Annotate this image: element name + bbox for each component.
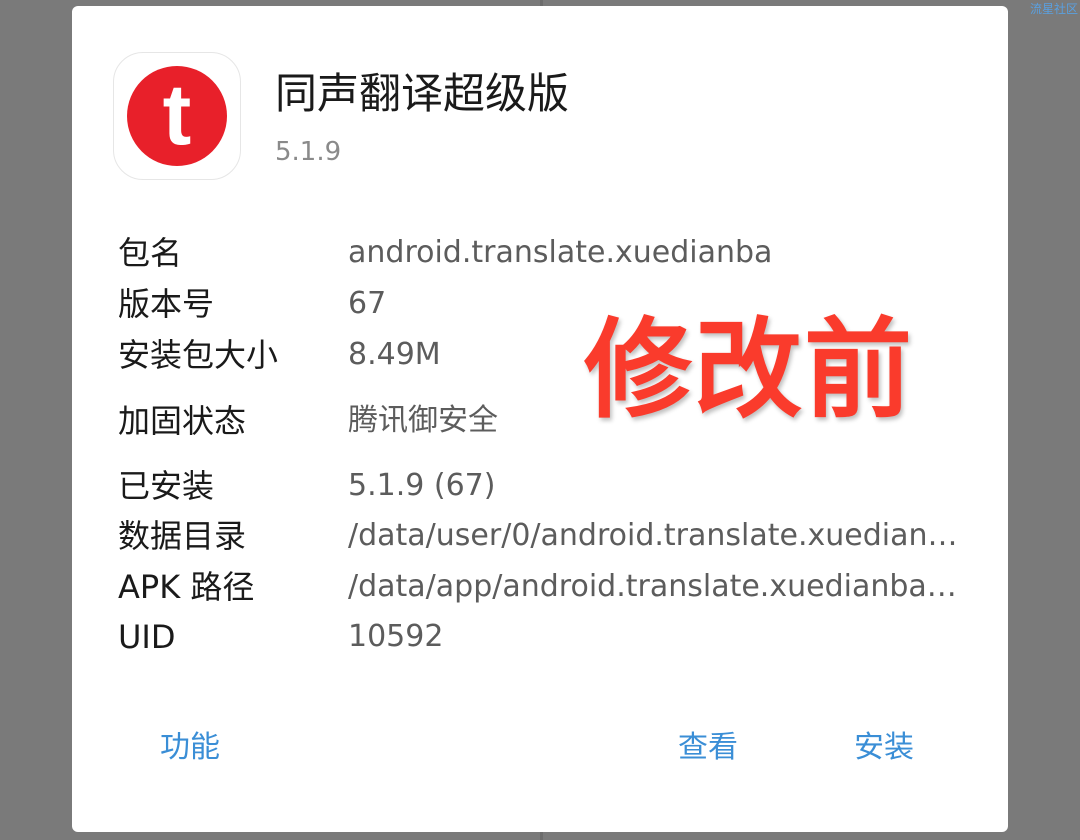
info-value: /data/app/android.translate.xuedianba-… — [348, 569, 960, 604]
watermark: 流星社区 — [1029, 2, 1078, 16]
info-label: APK 路径 — [118, 568, 255, 606]
info-row-uid: UID 10592 — [118, 615, 968, 659]
before-modification-stamp: 修改前 — [584, 308, 915, 433]
info-label: 包名 — [118, 234, 183, 272]
info-row-apk-path: APK 路径 /data/app/android.translate.xuedi… — [118, 565, 968, 609]
info-value: 8.49M — [348, 337, 441, 372]
info-label: 数据目录 — [118, 517, 247, 555]
info-row-installed: 已安装 5.1.9 (67) — [118, 464, 968, 508]
info-value: 67 — [348, 286, 387, 321]
app-version: 5.1.9 — [275, 137, 342, 167]
info-label: 安装包大小 — [118, 336, 279, 374]
install-button[interactable]: 安装 — [854, 722, 914, 774]
info-value: 5.1.9 (67) — [348, 468, 496, 503]
info-row-data-dir: 数据目录 /data/user/0/android.translate.xued… — [118, 514, 968, 558]
info-row-package: 包名 android.translate.xuedianba — [118, 231, 968, 275]
info-value: android.translate.xuedianba — [348, 235, 773, 270]
info-value: /data/user/0/android.translate.xuedianba — [348, 518, 960, 553]
info-label: 已安装 — [118, 467, 215, 505]
view-button[interactable]: 查看 — [678, 722, 738, 774]
app-logo-icon: t — [127, 66, 227, 166]
info-label: UID — [118, 618, 176, 656]
info-label: 版本号 — [118, 285, 215, 323]
info-value: 10592 — [348, 619, 444, 654]
app-info-dialog: t 同声翻译超级版 5.1.9 包名 android.translate.xue… — [72, 6, 1008, 832]
features-button[interactable]: 功能 — [160, 722, 220, 774]
app-logo-letter: t — [163, 67, 192, 163]
info-value: 腾讯御安全 — [348, 403, 498, 438]
info-label: 加固状态 — [118, 402, 247, 440]
app-name: 同声翻译超级版 — [275, 69, 570, 118]
app-icon: t — [113, 52, 241, 180]
